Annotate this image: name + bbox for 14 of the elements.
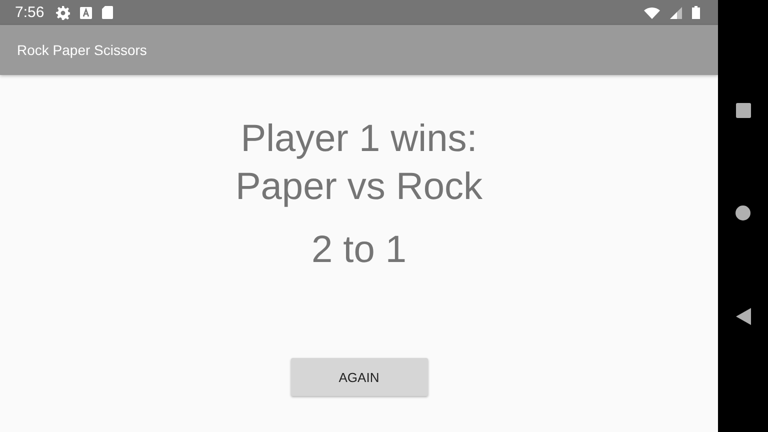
result-headline: Player 1 wins: Paper vs Rock	[235, 117, 483, 210]
battery-icon	[692, 6, 700, 19]
wifi-icon	[644, 6, 660, 18]
home-icon[interactable]	[735, 204, 751, 221]
gear-icon	[56, 6, 70, 20]
text-box-icon	[80, 6, 92, 18]
signal-icon	[670, 6, 682, 18]
app-title: Rock Paper Scissors	[17, 42, 147, 58]
sd-card-icon	[102, 6, 114, 19]
again-button[interactable]: AGAIN	[290, 358, 428, 396]
recents-icon[interactable]	[736, 103, 750, 118]
status-time: 7:56	[15, 4, 44, 21]
score-text: 2 to 1	[311, 229, 407, 272]
back-icon[interactable]	[736, 308, 750, 325]
